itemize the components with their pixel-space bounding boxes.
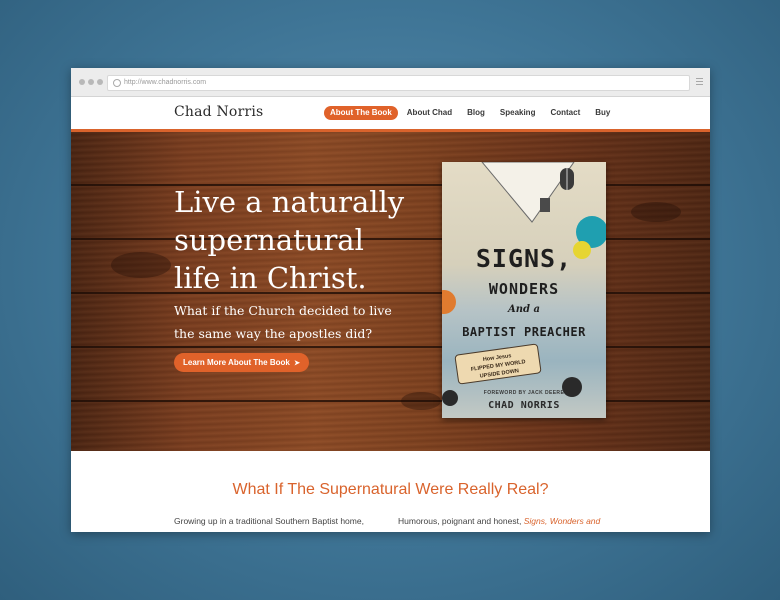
nav-speaking[interactable]: Speaking	[500, 106, 536, 120]
nav-blog[interactable]: Blog	[467, 106, 485, 120]
nav-contact[interactable]: Contact	[550, 106, 580, 120]
book-title-line: SIGNS,	[475, 244, 573, 273]
hero-headline-line: life in Christ.	[174, 261, 367, 295]
learn-more-label: Learn More About The Book	[183, 358, 290, 367]
book-foreword: FOREWORD BY JACK DEERE	[483, 390, 565, 396]
intro-text: Growing up in a traditional Southern Bap…	[174, 516, 364, 532]
window-controls	[79, 79, 103, 85]
address-bar[interactable]: http://www.chadnorris.com	[107, 75, 690, 91]
maximize-window-dot[interactable]	[97, 79, 103, 85]
intro-text-right: Humorous, poignant and honest, Signs, Wo…	[398, 514, 606, 532]
browser-menu-icon[interactable]	[696, 78, 703, 87]
book-title-line: BAPTIST PREACHER	[462, 325, 586, 339]
site-logo[interactable]: Chad Norris	[174, 104, 263, 120]
hero-subtitle: What if the Church decided to live the s…	[174, 299, 414, 345]
site-header: Chad Norris About The Book About Chad Bl…	[71, 97, 710, 132]
hero-section: Live a naturally supernatural life in Ch…	[71, 132, 710, 451]
intro-text-left: Growing up in a traditional Southern Bap…	[174, 514, 382, 532]
nav-buy[interactable]: Buy	[595, 106, 610, 120]
main-nav: About The Book About Chad Blog Speaking …	[324, 106, 625, 120]
learn-more-button[interactable]: Learn More About The Book ➤	[174, 353, 309, 372]
hero-headline: Live a naturally supernatural life in Ch…	[174, 183, 434, 297]
browser-toolbar: http://www.chadnorris.com	[71, 68, 710, 97]
hero-subtitle-line: the same way the apostles did?	[174, 326, 373, 341]
book-title-line: And a	[508, 304, 540, 315]
hero-headline-line: Live a naturally	[174, 185, 405, 219]
browser-window: http://www.chadnorris.com Chad Norris Ab…	[71, 68, 710, 532]
nav-about-the-book[interactable]: About The Book	[324, 106, 398, 120]
minimize-window-dot[interactable]	[88, 79, 94, 85]
book-cover-image[interactable]: SIGNS, WONDERS And a BAPTIST PREACHER Ho…	[442, 162, 606, 418]
hero-subtitle-line: What if the Church decided to live	[174, 303, 392, 318]
close-window-dot[interactable]	[79, 79, 85, 85]
book-author: CHAD NORRIS	[488, 400, 560, 411]
reload-icon[interactable]	[113, 79, 121, 87]
intro-text: Humorous, poignant and honest,	[398, 516, 524, 526]
hero-headline-line: supernatural	[174, 223, 364, 257]
nav-about-chad[interactable]: About Chad	[407, 106, 452, 120]
book-title-line: WONDERS	[488, 280, 560, 298]
arrow-circle-icon: ➤	[294, 360, 300, 367]
section-title: What If The Supernatural Were Really Rea…	[232, 481, 549, 498]
url-text[interactable]: http://www.chadnorris.com	[124, 77, 206, 89]
